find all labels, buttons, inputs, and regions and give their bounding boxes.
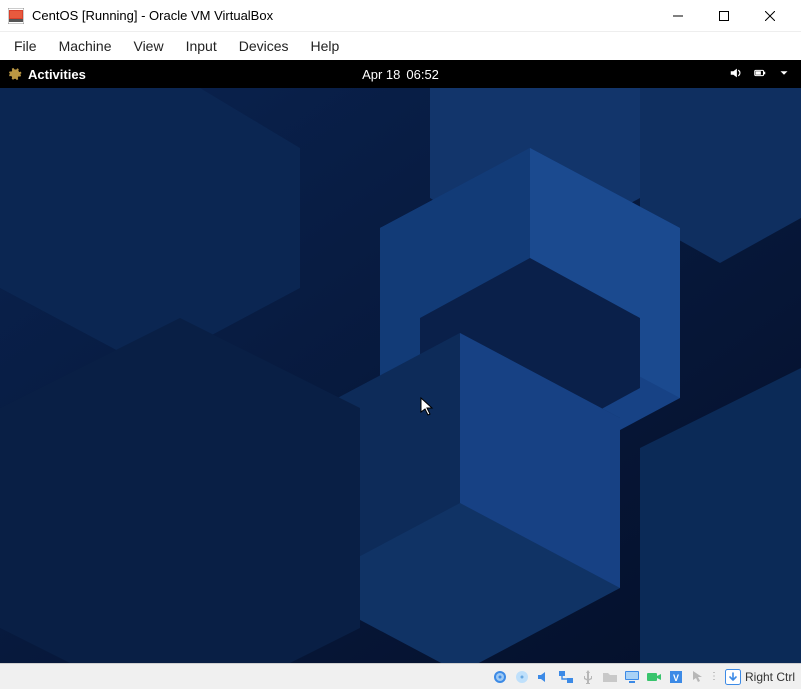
menu-devices[interactable]: Devices bbox=[229, 34, 299, 58]
volume-icon bbox=[729, 66, 743, 83]
display-icon[interactable] bbox=[623, 668, 641, 686]
hard-disk-icon[interactable] bbox=[491, 668, 509, 686]
usb-icon[interactable] bbox=[579, 668, 597, 686]
host-titlebar: CentOS [Running] - Oracle VM VirtualBox bbox=[0, 0, 801, 32]
menu-view[interactable]: View bbox=[123, 34, 173, 58]
recording-icon[interactable] bbox=[645, 668, 663, 686]
menu-input[interactable]: Input bbox=[176, 34, 227, 58]
hostkey-arrow-icon bbox=[725, 669, 741, 685]
cog-icon bbox=[8, 67, 22, 81]
vbox-status-icons: V ⋮ Right Ctrl bbox=[491, 668, 795, 686]
activities-label: Activities bbox=[28, 67, 86, 82]
virtualbox-icon bbox=[8, 8, 24, 24]
clock-date: Apr 18 bbox=[362, 67, 400, 82]
menu-file[interactable]: File bbox=[4, 34, 47, 58]
network-icon[interactable] bbox=[557, 668, 575, 686]
status-separator: ⋮ bbox=[711, 669, 717, 685]
desktop-wallpaper bbox=[0, 88, 801, 663]
shared-folder-icon[interactable] bbox=[601, 668, 619, 686]
close-button[interactable] bbox=[747, 0, 793, 32]
optical-drive-icon[interactable] bbox=[513, 668, 531, 686]
vbox-statusbar: V ⋮ Right Ctrl bbox=[0, 663, 801, 689]
window-controls bbox=[655, 0, 793, 32]
gnome-system-menu[interactable] bbox=[729, 66, 795, 83]
cpu-icon[interactable]: V bbox=[667, 668, 685, 686]
gnome-desktop[interactable] bbox=[0, 88, 801, 663]
gnome-top-bar: Activities Apr 18 06:52 bbox=[0, 60, 801, 88]
menu-machine[interactable]: Machine bbox=[49, 34, 122, 58]
window-title: CentOS [Running] - Oracle VM VirtualBox bbox=[32, 8, 273, 23]
clock-time: 06:52 bbox=[406, 67, 439, 82]
gnome-clock[interactable]: Apr 18 06:52 bbox=[362, 67, 439, 82]
maximize-button[interactable] bbox=[701, 0, 747, 32]
hostkey-indicator[interactable]: Right Ctrl bbox=[725, 669, 795, 685]
menu-help[interactable]: Help bbox=[301, 34, 350, 58]
host-menubar: File Machine View Input Devices Help bbox=[0, 32, 801, 60]
svg-text:V: V bbox=[673, 673, 679, 683]
mouse-integration-icon[interactable] bbox=[689, 668, 707, 686]
activities-button[interactable]: Activities bbox=[6, 67, 86, 82]
audio-icon[interactable] bbox=[535, 668, 553, 686]
hostkey-label: Right Ctrl bbox=[745, 670, 795, 684]
minimize-button[interactable] bbox=[655, 0, 701, 32]
battery-icon bbox=[753, 66, 767, 83]
chevron-down-icon bbox=[777, 66, 791, 83]
